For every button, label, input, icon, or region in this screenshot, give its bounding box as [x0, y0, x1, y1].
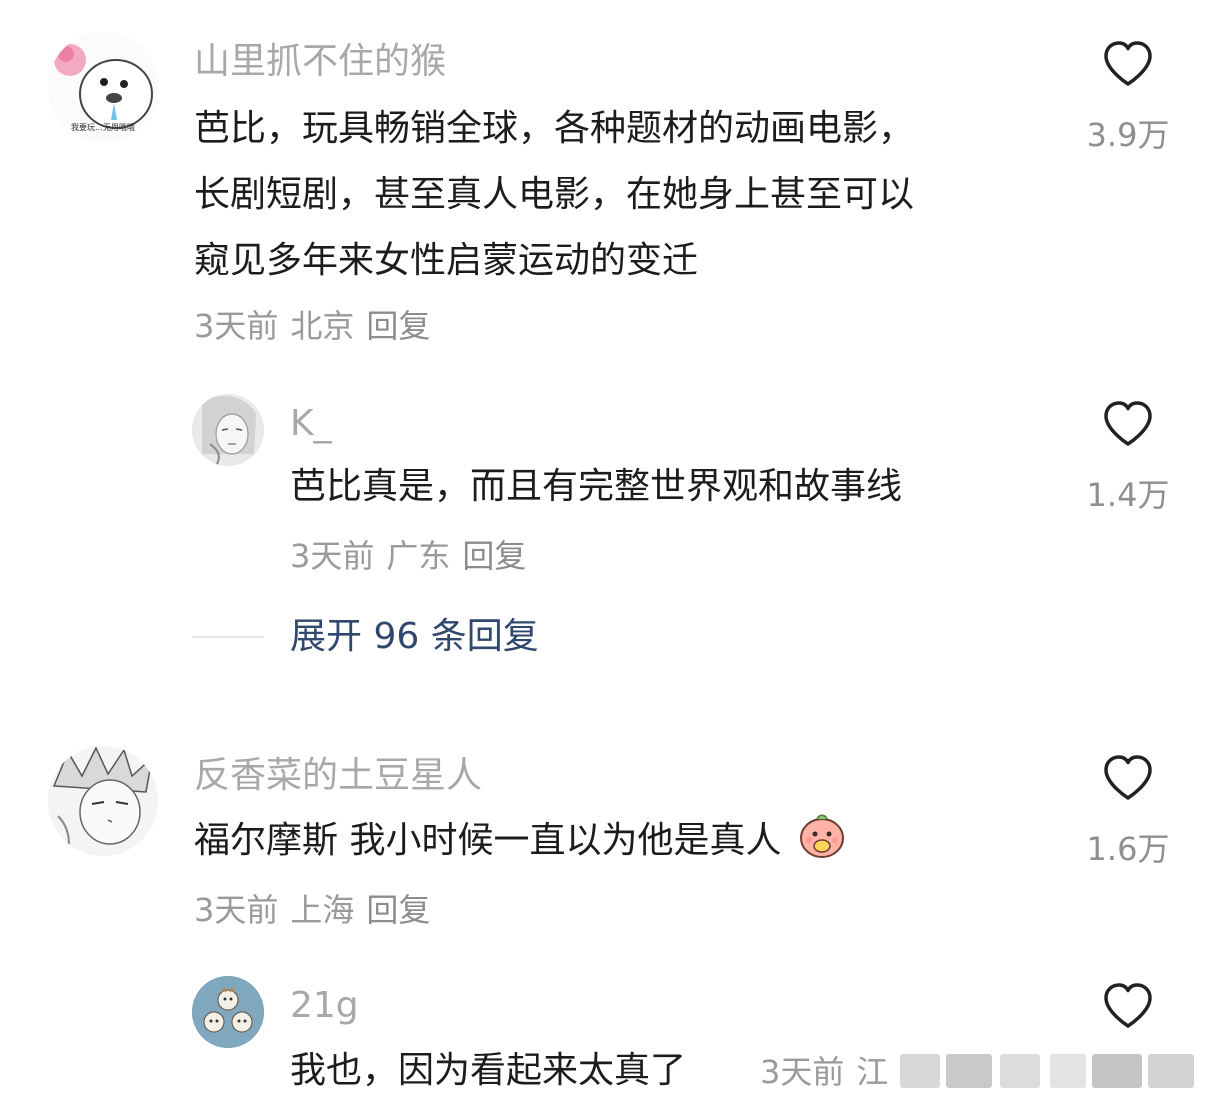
reply-button[interactable]: 回复	[366, 307, 430, 345]
like-button[interactable]	[1078, 982, 1178, 1030]
reply-button[interactable]: 回复	[366, 891, 430, 929]
like-count: 1.6万	[1086, 830, 1170, 868]
comment-username[interactable]: 反香菜的土豆星人	[194, 758, 482, 794]
reply-location: 广东	[386, 537, 451, 575]
heart-outline-icon	[1104, 983, 1152, 1028]
expand-divider	[192, 636, 264, 638]
comment-username[interactable]: 山里抓不住的猴	[194, 44, 446, 80]
comment-time: 3天前	[194, 307, 279, 345]
avatar[interactable]	[48, 746, 158, 856]
reply-item: K_ 芭比真是，而且有完整世界观和故事线 3天前 广东 回复 1.4万	[0, 380, 1206, 590]
heart-outline-icon	[1104, 401, 1152, 446]
avatar[interactable]	[192, 976, 264, 1048]
like-button[interactable]: 3.9万	[1078, 40, 1178, 156]
reply-username[interactable]: 21g	[290, 988, 359, 1024]
comment-body: 芭比，玩具畅销全球，各种题材的动画电影， 长剧短剧，甚至真人电影，在她身上甚至可…	[194, 96, 914, 294]
obscured-content	[900, 1054, 940, 1088]
obscured-content	[1148, 1054, 1194, 1088]
comment-item: 反香菜的土豆星人 福尔摩斯 我小时候一直以为他是真人 3天前 上海 回复 1.6万	[0, 740, 1206, 940]
avatar[interactable]: 我要玩…无用哦哦	[48, 32, 158, 142]
obscured-content	[946, 1054, 992, 1088]
comment-line: 长剧短剧，甚至真人电影，在她身上甚至可以	[194, 174, 915, 215]
comment-location: 北京	[290, 307, 355, 345]
avatar-image	[48, 746, 158, 856]
comment-meta: 3天前 北京 回复	[194, 310, 442, 342]
avatar-image: 我要玩…无用哦哦	[48, 32, 158, 142]
reply-meta: 3天前江	[760, 1056, 900, 1088]
avatar-image	[192, 394, 264, 466]
obscured-content	[1050, 1054, 1086, 1088]
comment-time: 3天前	[194, 891, 279, 929]
comment-line: 福尔摩斯 我小时候一直以为他是真人	[194, 820, 782, 861]
reply-button[interactable]: 回复	[462, 537, 526, 575]
reply-body: 我也，因为看起来太真了	[290, 1038, 686, 1104]
avatar-image	[192, 976, 264, 1048]
expand-replies-button[interactable]: 展开 96 条回复	[290, 619, 539, 655]
comment-body: 福尔摩斯 我小时候一直以为他是真人	[194, 808, 847, 874]
reply-time: 3天前	[290, 537, 375, 575]
peach-emoji-icon	[799, 814, 844, 858]
like-count: 1.4万	[1086, 476, 1170, 514]
like-button[interactable]: 1.6万	[1078, 754, 1178, 870]
reply-body: 芭比真是，而且有完整世界观和故事线	[290, 454, 902, 520]
obscured-content	[1000, 1054, 1040, 1088]
obscured-content	[1092, 1054, 1142, 1088]
comment-line: 芭比，玩具畅销全球，各种题材的动画电影，	[194, 108, 915, 149]
reply-time: 3天前	[760, 1053, 845, 1091]
reply-location: 江	[856, 1053, 889, 1091]
like-count: 3.9万	[1086, 116, 1170, 154]
comment-line: 窥见多年来女性启蒙运动的变迁	[194, 240, 699, 281]
avatar-caption: 我要玩…无用哦哦	[71, 122, 135, 132]
reply-username[interactable]: K_	[290, 406, 332, 442]
like-button[interactable]: 1.4万	[1078, 400, 1178, 516]
reply-item: 21g 我也，因为看起来太真了 3天前江	[0, 966, 1206, 1106]
reply-line: 我也，因为看起来太真了	[290, 1050, 687, 1091]
comment-location: 上海	[290, 891, 355, 929]
reply-meta: 3天前 广东 回复	[290, 540, 538, 572]
avatar[interactable]	[192, 394, 264, 466]
comment-meta: 3天前 上海 回复	[194, 894, 442, 926]
heart-outline-icon	[1104, 41, 1152, 86]
reply-line: 芭比真是，而且有完整世界观和故事线	[290, 466, 903, 507]
comment-item: 我要玩…无用哦哦 山里抓不住的猴 芭比，玩具畅销全球，各种题材的动画电影， 长剧…	[0, 0, 1206, 360]
heart-outline-icon	[1104, 755, 1152, 800]
